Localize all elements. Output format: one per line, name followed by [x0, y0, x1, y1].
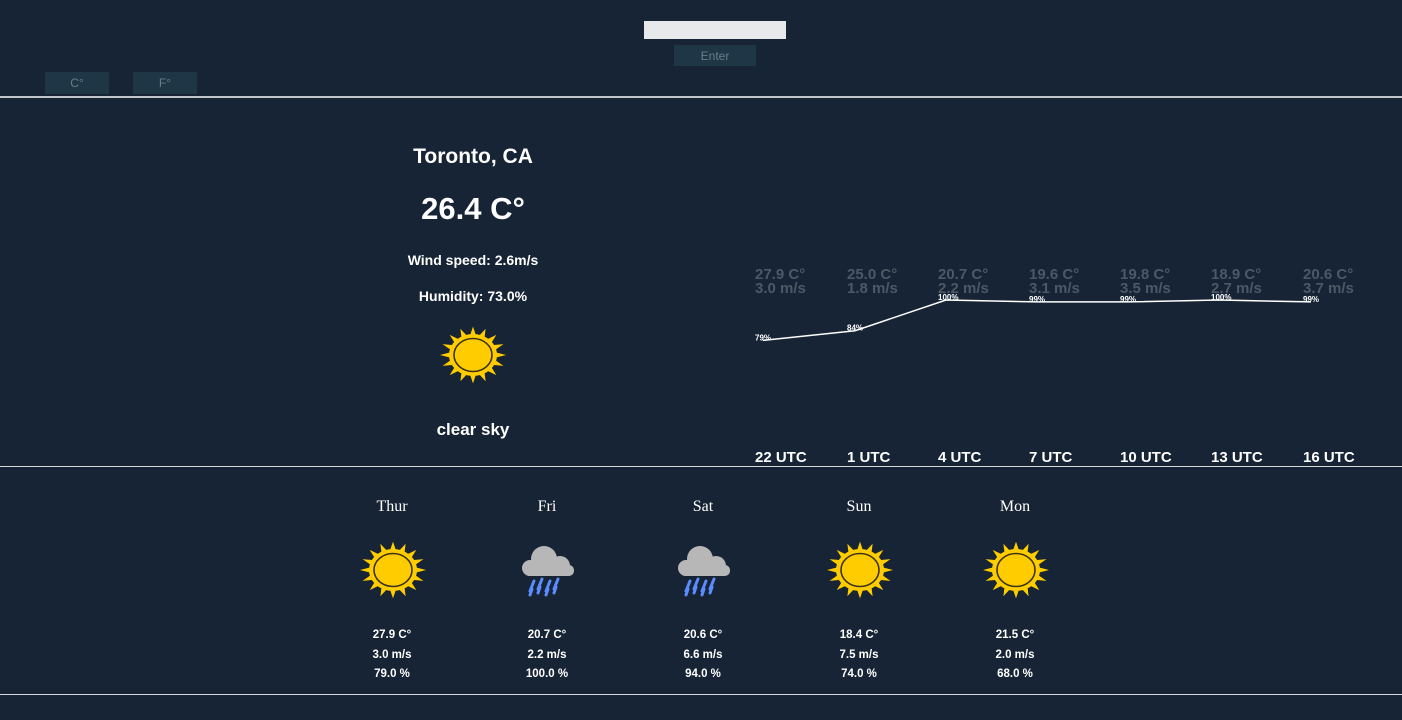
forecast-day-name: Sat: [692, 498, 714, 515]
hourly-temp-label: 18.9 C°: [1211, 266, 1261, 283]
city-search-input[interactable]: [644, 21, 786, 39]
forecast-wind: 3.0 m/s: [372, 649, 412, 661]
forecast-humidity: 100.0 %: [525, 668, 569, 680]
forecast-wind: 6.6 m/s: [683, 649, 723, 661]
humidity-point-label: 99%: [1120, 295, 1136, 304]
humidity-line: [762, 299, 1312, 342]
hour-tick-label: 13 UTC: [1211, 449, 1263, 466]
hourly-temp-label: 27.9 C°: [755, 266, 805, 283]
sun-ray: [882, 567, 893, 573]
cloud-body: [680, 565, 730, 576]
sun-icon: [982, 541, 1050, 599]
humidity-point-label: 100%: [1211, 293, 1231, 302]
forecast-temp: 27.9 C°: [372, 629, 412, 641]
rain-drop: [544, 587, 550, 597]
hour-tick-label: 7 UTC: [1029, 449, 1073, 466]
fahrenheit-button[interactable]: F°: [133, 72, 197, 94]
hourly-wind-label: 2.2 m/s: [938, 280, 989, 297]
forecast-day: Fri 20.7 C° 2.2 m/s 100.0 %: [492, 467, 602, 693]
hourly-temp-label: 19.6 C°: [1029, 266, 1079, 283]
hourly-temp-label: 20.7 C°: [938, 266, 988, 283]
sun-ray: [983, 567, 994, 573]
forecast-day-name: Sun: [846, 498, 872, 515]
forecast-humidity: 74.0 %: [841, 668, 877, 680]
forecast-temp: 18.4 C°: [839, 629, 879, 641]
hour-tick-label: 4 UTC: [938, 449, 982, 466]
humidity-point-label: 100%: [938, 293, 958, 302]
current-wind-speed: Wind speed: 2.6m/s: [407, 252, 539, 268]
forecast-humidity: 94.0 %: [685, 668, 721, 680]
forecast-wind: 2.2 m/s: [527, 649, 567, 661]
sun-core: [840, 552, 880, 588]
bottom-divider: [0, 694, 1402, 695]
rain-cloud-icon: [670, 541, 738, 599]
city-name: Toronto, CA: [413, 145, 533, 168]
humidity-point-label: 84%: [847, 324, 863, 333]
sun-core: [453, 337, 493, 373]
rain-drop: [700, 587, 706, 597]
forecast-day-name: Mon: [999, 498, 1031, 515]
forecast-day: Mon 21.5 C° 2.0 m/s 68.0 %: [960, 467, 1070, 693]
hourly-wind-label: 3.0 m/s: [755, 280, 806, 297]
top-divider: [0, 96, 1402, 98]
sun-ray: [415, 567, 426, 573]
hour-tick-label: 1 UTC: [847, 449, 891, 466]
rain-drop: [528, 587, 534, 597]
rain-cloud-icon: [514, 541, 582, 599]
forecast-humidity: 79.0 %: [374, 668, 410, 680]
forecast-humidity: 68.0 %: [997, 668, 1033, 680]
forecast-day-name: Fri: [537, 498, 557, 515]
rain-drop: [536, 585, 542, 595]
forecast-day: Sun 18.4 C° 7.5 m/s 74.0 %: [804, 467, 914, 693]
hourly-wind-label: 1.8 m/s: [847, 280, 898, 297]
forecast-wind: 2.0 m/s: [995, 649, 1035, 661]
cloud-body: [524, 565, 574, 576]
current-weather-panel: Toronto, CA 26.4 C° Wind speed: 2.6m/s H…: [343, 98, 603, 466]
hourly-wind-label: 3.5 m/s: [1120, 280, 1171, 297]
hourly-temp-label: 20.6 C°: [1303, 266, 1353, 283]
sun-core: [373, 552, 413, 588]
hourly-wind-label: 2.7 m/s: [1211, 280, 1262, 297]
weather-description: clear sky: [436, 420, 510, 439]
forecast-temp: 21.5 C°: [995, 629, 1035, 641]
rain-drop: [684, 587, 690, 597]
celsius-button[interactable]: C°: [45, 72, 109, 94]
rain-drop: [708, 585, 714, 595]
hourly-temp-label: 25.0 C°: [847, 266, 897, 283]
humidity-point-label: 99%: [1303, 295, 1319, 304]
hourly-temp-label: 19.8 C°: [1120, 266, 1170, 283]
forecast-day: Sat 20.6 C° 6.6 m/s 94.0 %: [648, 467, 758, 693]
humidity-point-label: 99%: [1029, 295, 1045, 304]
forecast-temp: 20.6 C°: [683, 629, 723, 641]
hour-tick-label: 22 UTC: [755, 449, 807, 466]
hour-tick-label: 16 UTC: [1303, 449, 1355, 466]
hour-tick-label: 10 UTC: [1120, 449, 1172, 466]
humidity-point-label: 79%: [755, 333, 771, 342]
header-bar: Enter C° F°: [0, 0, 1402, 96]
sun-ray: [360, 567, 371, 573]
sun-ray: [827, 567, 838, 573]
sun-ray: [1038, 567, 1049, 573]
forecast-day-name: Thur: [376, 498, 408, 515]
forecast-temp: 20.7 C°: [527, 629, 567, 641]
sun-icon: [359, 541, 427, 599]
sun-ray: [440, 352, 451, 358]
current-temperature: 26.4 C°: [421, 191, 525, 226]
sun-icon: [439, 326, 507, 384]
forecast-day: Thur 27.9 C° 3.0 m/s 79.0 %: [337, 467, 447, 693]
current-humidity: Humidity: 73.0%: [418, 288, 528, 304]
enter-button[interactable]: Enter: [674, 45, 756, 66]
forecast-wind: 7.5 m/s: [839, 649, 879, 661]
sun-ray: [495, 352, 506, 358]
hourly-wind-label: 3.7 m/s: [1303, 280, 1354, 297]
hourly-wind-label: 3.1 m/s: [1029, 280, 1080, 297]
sun-core: [996, 552, 1036, 588]
rain-drop: [552, 585, 558, 595]
sun-icon: [826, 541, 894, 599]
rain-drop: [692, 585, 698, 595]
